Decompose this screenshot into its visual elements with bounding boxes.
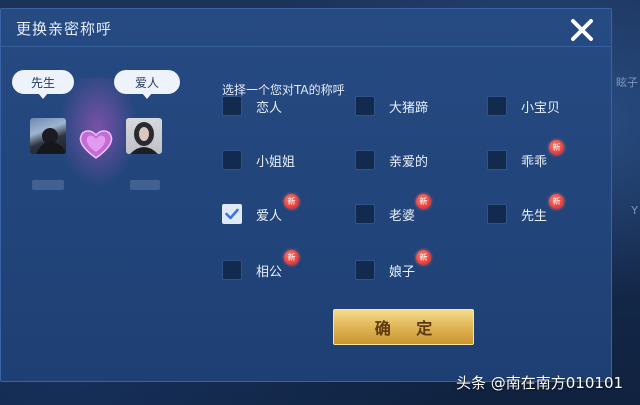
option-lao-po[interactable]: 老婆 <box>355 204 415 224</box>
right-player-name <box>130 180 160 190</box>
option-label: 大猪蹄 <box>389 100 429 116</box>
new-badge: 新 <box>284 194 299 209</box>
left-nickname-text: 先生 <box>30 75 55 90</box>
confirm-button[interactable]: 确 定 <box>333 309 474 345</box>
option-checkbox[interactable] <box>487 150 507 170</box>
option-niang-zi[interactable]: 娘子 <box>355 260 415 280</box>
option-label: 娘子 <box>389 264 416 280</box>
new-badge: 新 <box>549 140 564 155</box>
heart-icon <box>78 128 114 164</box>
background-edge-text: 眩子 <box>616 76 638 89</box>
checkmark-icon <box>225 208 239 220</box>
close-icon <box>571 19 593 41</box>
nickname-dialog: 更换亲密称呼 先生 爱人 选择一个您对TA的称呼 恋人 大猪蹄 小宝贝 小姐姐 … <box>0 8 612 382</box>
left-nickname-bubble: 先生 <box>12 70 74 99</box>
option-lian-ren[interactable]: 恋人 <box>222 96 282 116</box>
left-player-name <box>32 180 64 190</box>
dialog-title: 更换亲密称呼 <box>16 20 113 38</box>
option-xiao-jie-jie[interactable]: 小姐姐 <box>222 150 295 170</box>
option-label: 老婆 <box>389 208 416 224</box>
option-label: 恋人 <box>256 100 283 116</box>
option-checkbox[interactable] <box>222 96 242 116</box>
option-label: 亲爱的 <box>389 154 429 170</box>
watermark-text: 头条 @南在南方010101 <box>456 374 624 392</box>
option-checkbox[interactable] <box>355 260 375 280</box>
option-da-zhu-ti[interactable]: 大猪蹄 <box>355 96 428 116</box>
option-xiang-gong[interactable]: 相公 <box>222 260 282 280</box>
option-label: 小宝贝 <box>521 100 561 116</box>
option-checkbox[interactable] <box>355 96 375 116</box>
option-checkbox[interactable] <box>355 204 375 224</box>
option-checkbox[interactable] <box>487 96 507 116</box>
option-checkbox[interactable] <box>222 260 242 280</box>
new-badge: 新 <box>416 250 431 265</box>
right-nickname-text: 爱人 <box>134 75 159 90</box>
right-avatar <box>126 118 162 154</box>
left-avatar-image <box>36 128 66 154</box>
option-label: 先生 <box>521 208 548 224</box>
option-guai-guai[interactable]: 乖乖 <box>487 150 547 170</box>
option-checkbox[interactable] <box>222 150 242 170</box>
background-edge-text: Y <box>631 204 638 217</box>
right-nickname-bubble: 爱人 <box>114 70 180 99</box>
option-label: 相公 <box>256 264 283 280</box>
option-xian-sheng[interactable]: 先生 <box>487 204 547 224</box>
option-checkbox[interactable] <box>355 150 375 170</box>
option-label: 小姐姐 <box>256 154 296 170</box>
close-button[interactable] <box>560 10 604 50</box>
option-xiao-bao-bei[interactable]: 小宝贝 <box>487 96 560 116</box>
option-label: 乖乖 <box>521 154 548 170</box>
option-checkbox[interactable] <box>487 204 507 224</box>
option-qin-ai-de[interactable]: 亲爱的 <box>355 150 428 170</box>
right-avatar-image <box>130 122 158 154</box>
new-badge: 新 <box>416 194 431 209</box>
new-badge: 新 <box>284 250 299 265</box>
option-ai-ren[interactable]: 爱人 <box>222 204 282 224</box>
option-checkbox-checked[interactable] <box>222 204 242 224</box>
option-label: 爱人 <box>256 208 283 224</box>
new-badge: 新 <box>549 194 564 209</box>
left-avatar <box>30 118 66 154</box>
header-divider <box>0 46 612 47</box>
intimate-pair-panel: 先生 爱人 <box>0 48 200 388</box>
